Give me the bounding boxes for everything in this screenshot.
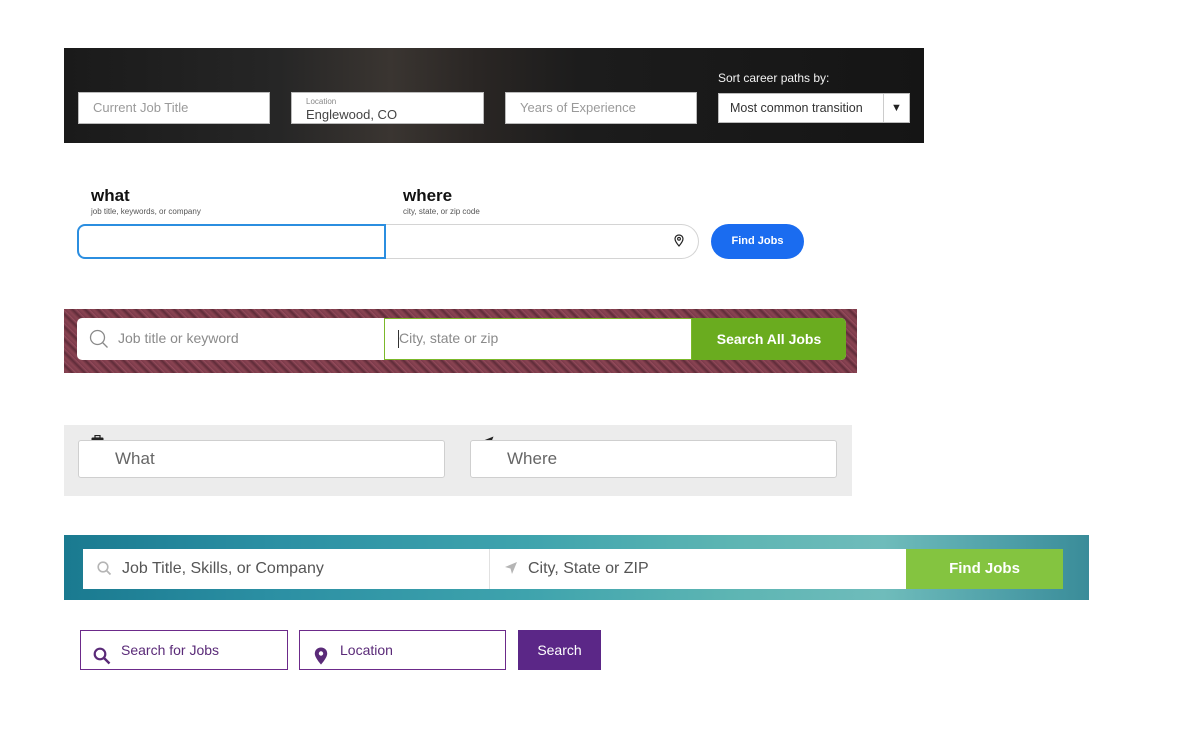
years-experience-placeholder: Years of Experience: [520, 100, 636, 115]
search-icon: [89, 329, 109, 354]
where-heading: where: [403, 186, 453, 205]
navigation-arrow-icon: [504, 561, 518, 580]
location-label: Location: [306, 97, 337, 106]
location-placeholder: City, State or ZIP: [528, 560, 649, 577]
job-search-bar-teal: Job Title, Skills, or Company City, Stat…: [64, 535, 1089, 600]
find-jobs-button[interactable]: Find Jobs: [906, 549, 1063, 589]
years-experience-input[interactable]: Years of Experience: [505, 92, 697, 124]
location-input[interactable]: City, State or ZIP: [490, 549, 906, 589]
what-input[interactable]: [77, 224, 386, 259]
search-jobs-input[interactable]: Search for Jobs: [80, 630, 288, 670]
what-where-search-bar: What Where: [64, 425, 852, 496]
sort-select[interactable]: Most common transition ▼: [718, 93, 910, 123]
location-pin-icon: [674, 234, 684, 252]
location-input[interactable]: City, state or zip: [384, 318, 692, 360]
where-input[interactable]: [386, 224, 699, 259]
where-input[interactable]: Where: [470, 440, 837, 478]
location-placeholder: Location: [340, 642, 393, 658]
current-job-title-placeholder: Current Job Title: [93, 100, 189, 115]
sort-selected-value: Most common transition: [730, 101, 863, 115]
what-subheading: job title, keywords, or company: [91, 207, 201, 216]
search-jobs-placeholder: Search for Jobs: [121, 642, 220, 658]
where-subheading: city, state, or zip code: [403, 207, 480, 216]
location-input[interactable]: Location: [299, 630, 506, 670]
search-fields-container: Job title or keyword City, state or zip …: [77, 318, 846, 360]
job-search-bar-red: Job title or keyword City, state or zip …: [64, 309, 857, 373]
dropdown-arrow-icon[interactable]: ▼: [883, 94, 909, 122]
location-input[interactable]: Location Englewood, CO: [291, 92, 484, 124]
search-button[interactable]: Search: [518, 630, 601, 670]
what-placeholder: What: [115, 449, 155, 468]
location-value: Englewood, CO: [306, 107, 398, 122]
location-pin-icon: [314, 641, 328, 679]
location-placeholder: City, state or zip: [399, 330, 499, 346]
search-icon: [93, 641, 111, 679]
keyword-input[interactable]: Job title or keyword: [77, 318, 384, 360]
search-fields-container: Job Title, Skills, or Company City, Stat…: [83, 549, 906, 589]
keyword-placeholder: Job title or keyword: [118, 330, 239, 346]
career-path-search-bar: Current Job Title Location Englewood, CO…: [64, 48, 924, 143]
search-all-jobs-button[interactable]: Search All Jobs: [692, 318, 846, 360]
find-jobs-button[interactable]: Find Jobs: [711, 224, 804, 259]
what-heading: what: [91, 186, 130, 205]
sort-label: Sort career paths by:: [718, 71, 830, 85]
keyword-placeholder: Job Title, Skills, or Company: [122, 560, 324, 577]
what-input[interactable]: What: [78, 440, 445, 478]
where-placeholder: Where: [507, 449, 558, 468]
keyword-input[interactable]: Job Title, Skills, or Company: [83, 549, 489, 589]
search-icon: [97, 561, 112, 581]
current-job-title-input[interactable]: Current Job Title: [78, 92, 270, 124]
